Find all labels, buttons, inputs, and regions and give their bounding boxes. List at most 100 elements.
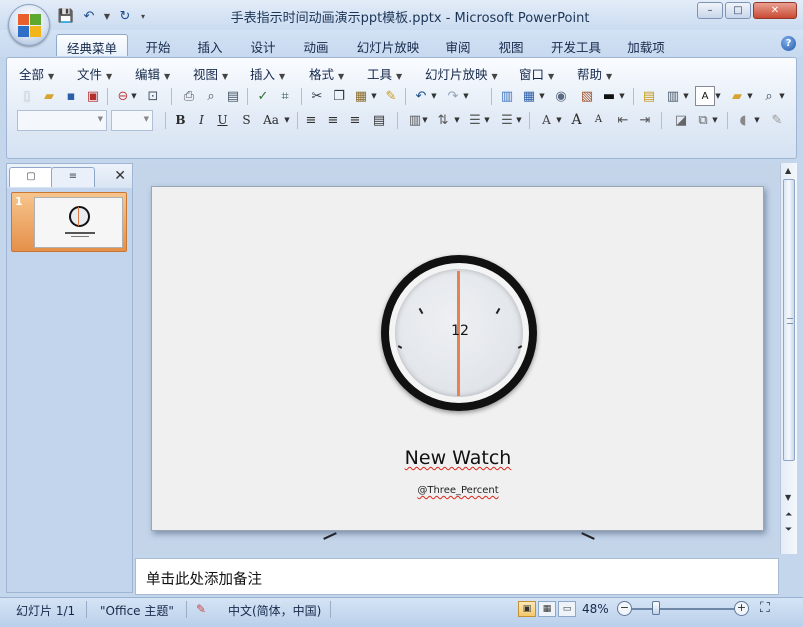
font-size-combo[interactable]: ▼ (111, 110, 153, 131)
next-slide-icon[interactable]: ⏷ (785, 525, 792, 535)
cut-icon[interactable]: ✂ (307, 86, 327, 106)
current-slide[interactable]: 12 New Watch @Three_Percent (151, 186, 764, 531)
change-case-button[interactable]: Aa (259, 110, 283, 130)
zoom-in-button[interactable]: + (734, 601, 749, 616)
chevron-down-icon[interactable]: ▼ (711, 110, 719, 130)
notes-placeholder[interactable]: 单击此处添加备注 (146, 568, 262, 589)
previous-slide-icon[interactable]: ⏶ (785, 510, 792, 520)
save-icon[interactable]: 💾 (56, 7, 76, 25)
undo-dropdown-icon[interactable]: ▼ (102, 7, 112, 25)
vertical-scrollbar[interactable]: ▲ ▼ ⏶ ⏷ (780, 163, 797, 554)
maximize-button[interactable]: □ (725, 2, 751, 19)
shrink-font-button[interactable]: A (589, 110, 608, 130)
theme-name[interactable]: "Office 主题" (100, 602, 174, 619)
normal-view-button[interactable]: ▣ (518, 601, 536, 617)
chevron-down-icon[interactable]: ▼ (537, 86, 547, 106)
tab-animations[interactable]: 动画 (296, 34, 336, 56)
arrange-icon[interactable]: ⧉ (693, 110, 713, 130)
help-icon[interactable]: ? (781, 36, 796, 51)
zoom-out-button[interactable]: − (617, 601, 632, 616)
tab-design[interactable]: 设计 (243, 34, 283, 56)
bullets-icon[interactable]: ☰ (497, 110, 517, 130)
menu-window[interactable]: 窗口 ▼ (519, 64, 554, 83)
chevron-down-icon[interactable]: ▼ (461, 86, 471, 106)
slide-title[interactable]: New Watch (308, 447, 608, 469)
align-right-icon[interactable]: ≡ (345, 110, 365, 130)
chevron-down-icon[interactable]: ▼ (453, 110, 461, 130)
increase-indent-icon[interactable]: ⇥ (635, 110, 655, 130)
text-box-icon[interactable]: A (695, 86, 715, 106)
menu-all[interactable]: 全部 ▼ (19, 64, 54, 83)
picture-icon[interactable]: ▧ (577, 86, 597, 106)
tab-outline[interactable]: ≡ (51, 167, 95, 187)
save-as-pdf-icon[interactable]: ▣ (83, 86, 103, 106)
italic-button[interactable]: I (192, 110, 211, 130)
font-name-combo[interactable]: ▼ (17, 110, 107, 131)
notes-pane[interactable]: 单击此处添加备注 (135, 558, 779, 595)
customize-qat-icon[interactable]: ▾ (138, 7, 148, 25)
chevron-down-icon[interactable]: ▼ (515, 110, 523, 130)
layout-icon[interactable]: ▥ (663, 86, 683, 106)
tab-review[interactable]: 审阅 (438, 34, 478, 56)
chevron-down-icon[interactable]: ▼ (745, 86, 755, 106)
print-icon[interactable]: ⎙ (179, 86, 199, 106)
paste-icon[interactable]: ▦ (351, 86, 371, 106)
attach-icon[interactable]: ⊡ (143, 86, 163, 106)
zoom-icon[interactable]: ⌕ (759, 86, 779, 106)
menu-insert[interactable]: 插入 ▼ (250, 64, 285, 83)
language-indicator[interactable]: 中文(简体，中国) (228, 602, 321, 619)
font-color-button[interactable]: A (537, 110, 556, 130)
slide-layout-icon[interactable]: ▤ (223, 86, 243, 106)
menu-tools[interactable]: 工具 ▼ (367, 64, 402, 83)
table-icon[interactable]: ▦ (519, 86, 539, 106)
chevron-down-icon[interactable]: ▼ (369, 86, 379, 106)
minimize-button[interactable]: – (697, 2, 723, 19)
align-center-icon[interactable]: ≡ (323, 110, 343, 130)
format-painter-icon[interactable]: ✎ (381, 86, 401, 106)
bold-button[interactable]: B (171, 110, 190, 130)
close-button[interactable]: ✕ (753, 2, 797, 19)
spelling-icon[interactable]: ✓ (253, 86, 273, 106)
slide-sorter-button[interactable]: ▦ (538, 601, 556, 617)
proofing-icon[interactable]: ✎ (196, 602, 206, 616)
undo-icon[interactable]: ↶ (79, 7, 99, 25)
chevron-down-icon[interactable]: ▼ (555, 110, 563, 130)
menu-help[interactable]: 帮助 ▼ (577, 64, 612, 83)
print-preview-icon[interactable]: ⌕ (201, 86, 221, 106)
scroll-down-icon[interactable]: ▼ (785, 493, 791, 502)
shape-outline-icon[interactable]: ✎ (767, 110, 787, 130)
shape-fill-icon[interactable]: ◖ (733, 110, 753, 130)
color-grayscale-icon[interactable]: ▬ (599, 86, 619, 106)
tab-home[interactable]: 开始 (138, 34, 178, 56)
zoom-slider-knob[interactable] (652, 601, 660, 615)
save-icon[interactable]: ▪ (61, 86, 81, 106)
zoom-slider-track[interactable] (632, 608, 734, 610)
slide-thumbnail-selected[interactable]: 1 (11, 192, 127, 252)
menu-slide-show[interactable]: 幻灯片放映 ▼ (425, 64, 498, 83)
shadow-button[interactable]: S (237, 110, 256, 130)
shapes-icon[interactable]: ◪ (671, 110, 691, 130)
tab-insert[interactable]: 插入 (190, 34, 230, 56)
text-direction-icon[interactable]: ⇅ (433, 110, 453, 130)
close-icon[interactable]: ✕ (114, 168, 126, 184)
slide-subtitle[interactable]: @Three_Percent (358, 485, 558, 496)
scroll-up-icon[interactable]: ▲ (785, 166, 791, 175)
chart-icon[interactable]: ▥ (497, 86, 517, 106)
chevron-down-icon[interactable]: ▼ (429, 86, 439, 106)
tab-developer[interactable]: 开发工具 (544, 34, 608, 56)
copy-icon[interactable]: ❐ (329, 86, 349, 106)
chevron-down-icon[interactable]: ▼ (777, 86, 787, 106)
chevron-down-icon[interactable]: ▼ (753, 110, 761, 130)
grow-font-button[interactable]: A (567, 110, 586, 130)
chevron-down-icon[interactable]: ▼ (421, 110, 429, 130)
numbering-icon[interactable]: ☰ (465, 110, 485, 130)
chevron-down-icon[interactable]: ▼ (283, 110, 291, 130)
zoom-level[interactable]: 48% (582, 602, 609, 616)
scrollbar-thumb[interactable] (783, 179, 795, 461)
menu-view[interactable]: 视图 ▼ (193, 64, 228, 83)
chevron-down-icon[interactable]: ▼ (617, 86, 627, 106)
redo-icon[interactable]: ↷ (443, 86, 463, 106)
undo-icon[interactable]: ↶ (411, 86, 431, 106)
menu-edit[interactable]: 编辑 ▼ (135, 64, 170, 83)
tab-view[interactable]: 视图 (491, 34, 531, 56)
